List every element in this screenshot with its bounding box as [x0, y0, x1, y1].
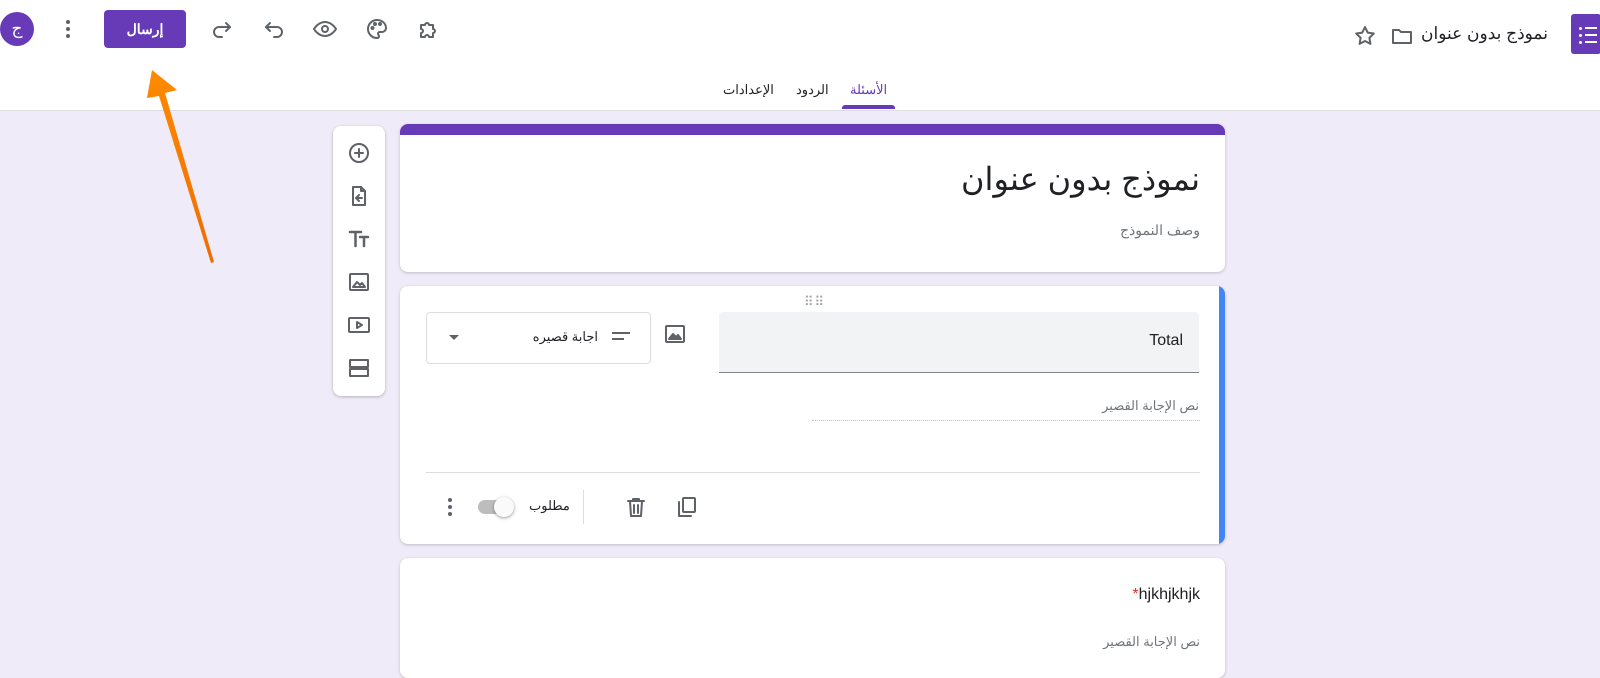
- tab-settings[interactable]: الإعدادات: [723, 82, 774, 98]
- dropdown-arrow-icon: [449, 335, 459, 340]
- required-toggle[interactable]: [478, 497, 514, 517]
- question-type-label: اجابة قصيره: [532, 329, 598, 344]
- question-title-input[interactable]: Total: [719, 312, 1199, 373]
- question-card[interactable]: *hjkhjkhjk نص الإجابة القصير: [400, 558, 1225, 678]
- tab-responses[interactable]: الردود: [796, 82, 829, 98]
- star-icon[interactable]: [1345, 16, 1385, 56]
- form-title-card: نموذج بدون عنوان وصف النموذج: [400, 124, 1225, 272]
- annotation-arrow: [147, 70, 214, 263]
- drag-handle-icon[interactable]: ⠿⠿: [804, 294, 825, 310]
- question-type-dropdown[interactable]: اجابة قصيره: [426, 312, 651, 364]
- title-card-accent-bar: [400, 124, 1225, 135]
- delete-trash-icon[interactable]: [624, 495, 648, 524]
- toggle-knob: [494, 497, 514, 517]
- add-image-to-question-icon[interactable]: [663, 322, 687, 351]
- undo-icon[interactable]: [254, 9, 294, 49]
- short-answer-icon: [612, 332, 630, 344]
- palette-icon[interactable]: [357, 9, 397, 49]
- question-toolbar: [333, 126, 385, 396]
- question-title-text: Total: [1149, 332, 1183, 349]
- required-label: مطلوب: [529, 498, 570, 513]
- folder-icon[interactable]: [1382, 16, 1422, 56]
- card-footer-divider: [426, 472, 1200, 473]
- duplicate-icon[interactable]: [675, 495, 699, 524]
- addons-puzzle-icon[interactable]: [409, 9, 449, 49]
- preview-eye-icon[interactable]: [305, 9, 345, 49]
- add-title-text-icon[interactable]: [346, 226, 372, 252]
- short-answer-placeholder: نص الإجابة القصير: [1102, 398, 1199, 413]
- add-section-icon[interactable]: [346, 355, 372, 381]
- question-title-text: hjkhjkhjk: [1138, 586, 1200, 603]
- forms-logo-icon[interactable]: [1571, 14, 1600, 54]
- more-options-icon[interactable]: [448, 498, 452, 519]
- add-image-icon[interactable]: [346, 269, 372, 295]
- answer-dotted-line: [812, 420, 1200, 421]
- short-answer-placeholder: نص الإجابة القصير: [1103, 634, 1200, 649]
- active-tab-indicator: [842, 105, 895, 109]
- footer-separator: [583, 490, 584, 524]
- import-questions-icon[interactable]: [346, 183, 372, 209]
- question-card-active[interactable]: ⠿⠿ Total اجابة قصيره نص الإجابة القصير م…: [400, 286, 1225, 544]
- add-question-icon[interactable]: [346, 140, 372, 166]
- document-title[interactable]: نموذج بدون عنوان: [1421, 24, 1548, 44]
- active-card-indicator: [1219, 286, 1225, 544]
- form-title[interactable]: نموذج بدون عنوان: [961, 160, 1200, 198]
- add-video-icon[interactable]: [346, 312, 372, 338]
- form-description[interactable]: وصف النموذج: [1120, 222, 1200, 239]
- question-title: *hjkhjkhjk: [1128, 586, 1200, 604]
- tab-questions[interactable]: الأسئلة: [850, 82, 887, 98]
